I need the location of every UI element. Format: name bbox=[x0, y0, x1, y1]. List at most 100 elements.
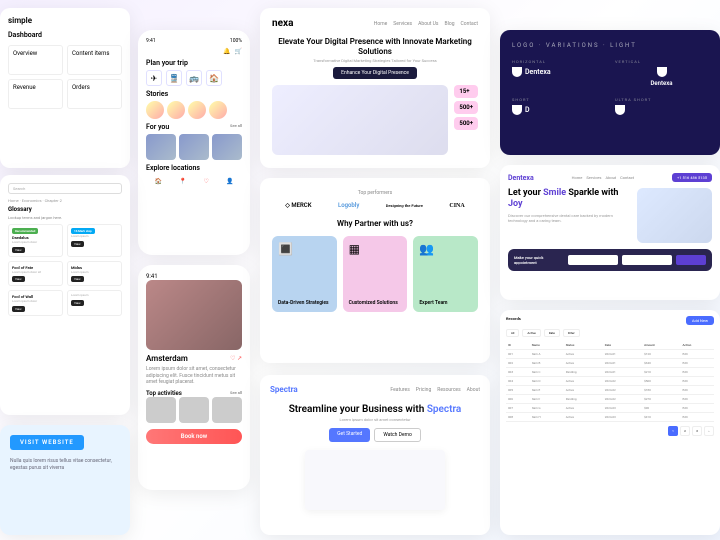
table-header[interactable]: Name bbox=[530, 341, 564, 350]
tab-stay[interactable]: 🏠 bbox=[206, 70, 222, 86]
partner-card-data[interactable]: 🔳Data-Driven Strategies bbox=[272, 236, 337, 312]
nav-about[interactable]: About Us bbox=[418, 21, 438, 27]
seeall-link[interactable]: See all bbox=[230, 123, 242, 131]
page-button[interactable]: 2 bbox=[680, 426, 690, 436]
top-activities-label: Top activities bbox=[146, 390, 182, 397]
story-avatar[interactable] bbox=[188, 101, 206, 119]
nav-services[interactable]: Services bbox=[393, 21, 412, 27]
glossary-card[interactable]: Lorem ipsumView bbox=[67, 290, 122, 316]
table-row[interactable]: 001Item AActive2024-01$120Edit bbox=[506, 350, 714, 359]
story-avatar[interactable] bbox=[209, 101, 227, 119]
tab-train[interactable]: 🚆 bbox=[166, 70, 182, 86]
bell-icon[interactable]: 🔔 bbox=[223, 48, 230, 55]
table-row[interactable]: 002Item BActive2024-01$340Edit bbox=[506, 359, 714, 368]
destination-thumb[interactable] bbox=[146, 134, 176, 160]
glossary-card[interactable]: MidasLorem ipsumView bbox=[67, 261, 122, 287]
tab-bus[interactable]: 🚌 bbox=[186, 70, 202, 86]
nav-contact[interactable]: Contact bbox=[461, 21, 478, 27]
tab-flight[interactable]: ✈ bbox=[146, 70, 162, 86]
dentsite-desc: Discover our comprehensive dental care b… bbox=[508, 213, 631, 223]
nav-heart-icon[interactable]: ♡ bbox=[204, 178, 209, 185]
simple-logo: simple bbox=[8, 16, 122, 25]
dash-box[interactable]: Orders bbox=[67, 79, 122, 109]
nav-home-icon[interactable]: 🏠 bbox=[155, 178, 162, 185]
tooth-icon bbox=[512, 105, 522, 115]
spectra-dashboard-preview bbox=[305, 450, 445, 510]
nav-user-icon[interactable]: 👤 bbox=[226, 178, 233, 185]
page-button[interactable]: › bbox=[704, 426, 714, 436]
nav-contact[interactable]: Contact bbox=[620, 175, 634, 180]
destination-thumb[interactable] bbox=[179, 134, 209, 160]
why-partner-title: Why Partner with us? bbox=[272, 219, 478, 228]
nav-features[interactable]: Features bbox=[390, 387, 409, 393]
nav-about[interactable]: About bbox=[467, 387, 480, 393]
table-row[interactable]: 003Item CPending2024-01$210Edit bbox=[506, 368, 714, 377]
nexa-cta-button[interactable]: Enhance Your Digital Presence bbox=[333, 67, 417, 79]
nav-pricing[interactable]: Pricing bbox=[416, 387, 431, 393]
filter-more[interactable]: Filter bbox=[563, 329, 580, 337]
appointment-field[interactable] bbox=[622, 255, 672, 265]
table-row[interactable]: 005Item EActive2024-02$180Edit bbox=[506, 386, 714, 395]
activity-thumb[interactable] bbox=[179, 397, 209, 423]
dash-box[interactable]: Revenue bbox=[8, 79, 63, 109]
table-header[interactable]: ID bbox=[506, 341, 530, 350]
nav-about[interactable]: About bbox=[605, 175, 616, 180]
nav-services[interactable]: Services bbox=[586, 175, 601, 180]
nav-home[interactable]: Home bbox=[572, 175, 583, 180]
story-avatar[interactable] bbox=[167, 101, 185, 119]
activity-thumb[interactable] bbox=[146, 397, 176, 423]
nav-map-icon[interactable]: 📍 bbox=[179, 178, 186, 185]
share-icon[interactable]: ↗ bbox=[237, 355, 242, 362]
nexa-logo[interactable]: nexa bbox=[272, 18, 293, 29]
stat-projects: 500+ bbox=[454, 117, 478, 130]
table-row[interactable]: 006Item FPending2024-02$270Edit bbox=[506, 395, 714, 404]
appointment-bar: Make your quick appointment bbox=[508, 249, 712, 271]
glossary-card[interactable]: 16 Mark stepLorem ipsumView bbox=[67, 224, 122, 257]
table-row[interactable]: 008Item HActive2024-03$410Edit bbox=[506, 413, 714, 422]
appointment-field[interactable] bbox=[568, 255, 618, 265]
heart-icon[interactable]: ♡ bbox=[230, 355, 235, 362]
spectra-logo[interactable]: Spectra bbox=[270, 385, 298, 394]
nexa-hero-card: nexa Home Services About Us Blog Contact… bbox=[260, 8, 490, 168]
partner-card-custom[interactable]: ▦Customized Solutions bbox=[343, 236, 408, 312]
phone-button[interactable]: +1 516 486 5135 bbox=[672, 173, 712, 182]
table-header[interactable]: Amount bbox=[642, 341, 680, 350]
activity-thumb[interactable] bbox=[212, 397, 242, 423]
table-header[interactable]: Action bbox=[681, 341, 714, 350]
glossary-card[interactable]: Fool of WallLorem ipsum dolorView bbox=[8, 290, 63, 316]
book-now-button[interactable]: Book now bbox=[146, 429, 242, 444]
cart-icon[interactable]: 🛒 bbox=[235, 48, 242, 55]
spectra-headline: Streamline your Business with Spectra bbox=[270, 404, 480, 415]
visit-website-button[interactable]: VISIT WEBSITE bbox=[10, 435, 84, 450]
filter-active[interactable]: Active bbox=[522, 329, 540, 337]
glossary-card[interactable]: RecommendedDaedalusLorem ipsum dolorView bbox=[8, 224, 63, 257]
dash-box[interactable]: Content items bbox=[67, 45, 122, 75]
story-avatar[interactable] bbox=[146, 101, 164, 119]
table-row[interactable]: 004Item DActive2024-02$500Edit bbox=[506, 377, 714, 386]
add-new-button[interactable]: Add New bbox=[686, 316, 714, 325]
nav-home[interactable]: Home bbox=[374, 21, 387, 27]
breadcrumb[interactable]: Home · Economics · Chapter 2 bbox=[8, 198, 122, 203]
destination-thumb[interactable] bbox=[212, 134, 242, 160]
table-header[interactable]: Date bbox=[603, 341, 642, 350]
partner-card-team[interactable]: 👥Expert Team bbox=[413, 236, 478, 312]
table-row[interactable]: 007Item GActive2024-03$90Edit bbox=[506, 404, 714, 413]
dash-box[interactable]: Overview bbox=[8, 45, 63, 75]
pagination: 123› bbox=[506, 426, 714, 436]
page-button[interactable]: 1 bbox=[668, 426, 678, 436]
dentexa-logo[interactable]: Dentexa bbox=[508, 174, 534, 182]
table-header[interactable]: Status bbox=[564, 341, 603, 350]
filter-date[interactable]: Date bbox=[544, 329, 560, 337]
explore-label: Explore locations bbox=[146, 164, 242, 172]
watch-demo-button[interactable]: Watch Demo bbox=[374, 428, 421, 442]
book-appointment-button[interactable] bbox=[676, 255, 706, 265]
table-title: Records bbox=[506, 316, 521, 325]
page-button[interactable]: 3 bbox=[692, 426, 702, 436]
filter-all[interactable]: All bbox=[506, 329, 519, 337]
get-started-button[interactable]: Get Started bbox=[329, 428, 370, 442]
nav-resources[interactable]: Resources bbox=[437, 387, 460, 393]
glossary-card[interactable]: Fool of FateLorem ipsum dolor sitView bbox=[8, 261, 63, 287]
search-input[interactable]: Search bbox=[8, 183, 122, 194]
nav-blog[interactable]: Blog bbox=[445, 21, 455, 27]
seeall-link[interactable]: See all bbox=[230, 390, 242, 397]
